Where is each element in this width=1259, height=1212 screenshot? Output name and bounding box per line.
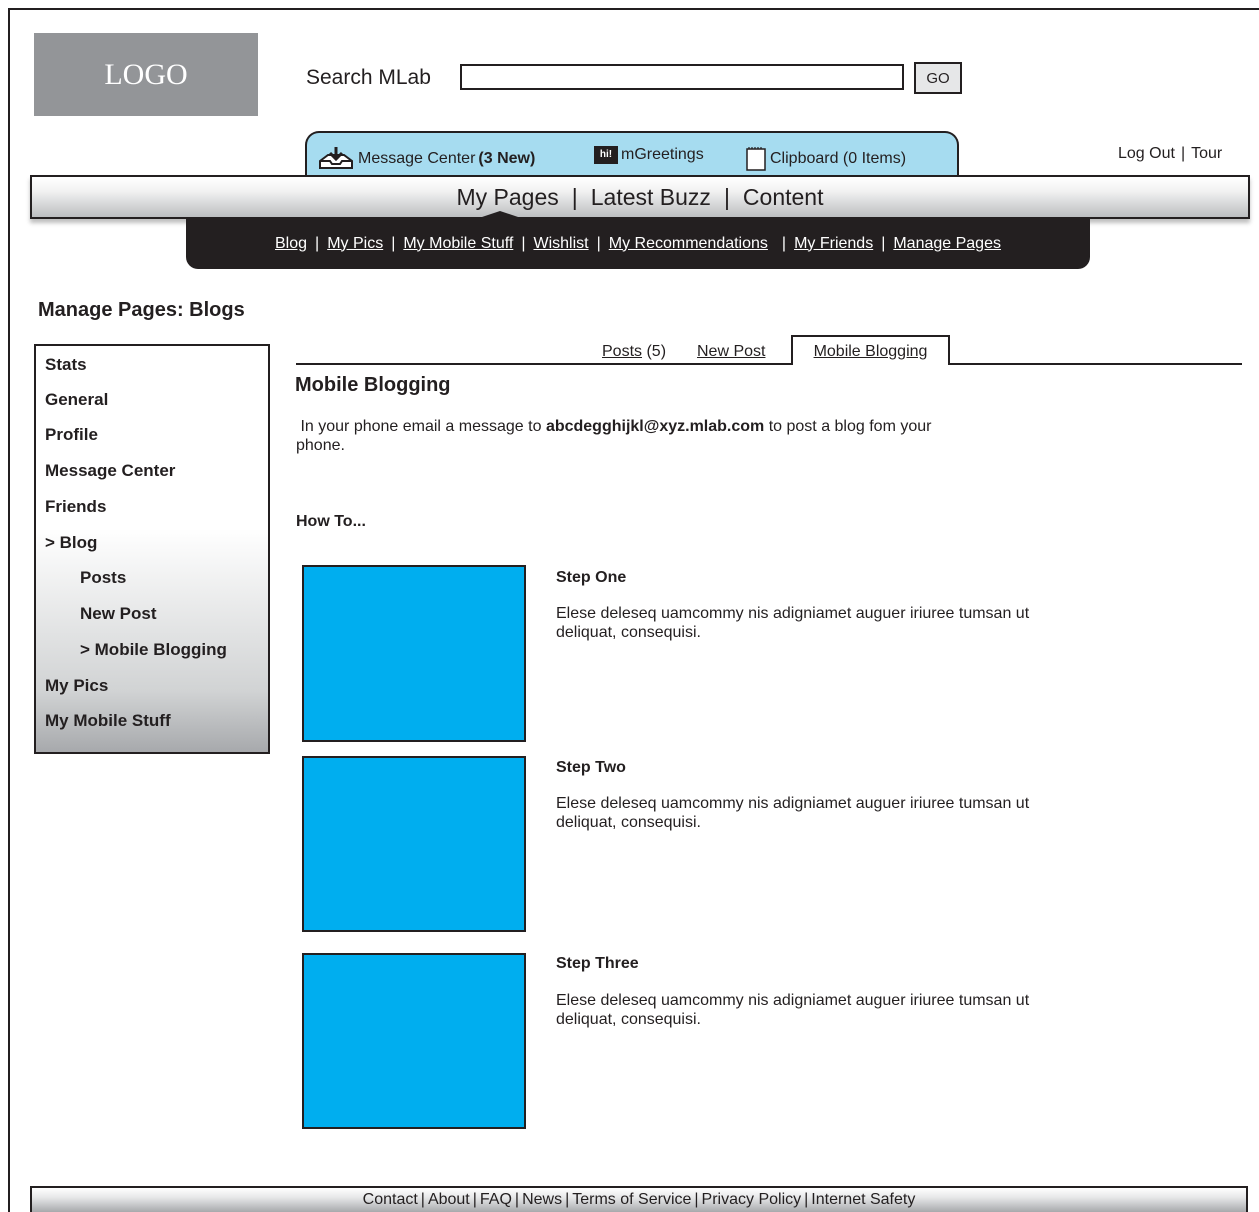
sidebar-item-my-mobile-stuff[interactable]: My Mobile Stuff xyxy=(45,711,171,731)
separator: | xyxy=(521,234,526,252)
message-center-new-count: (3 New) xyxy=(478,150,536,167)
mgreetings-label: mGreetings xyxy=(621,146,704,163)
step-three-image xyxy=(302,953,526,1129)
sidebar-item-stats[interactable]: Stats xyxy=(45,355,87,375)
main-nav: My Pages | Latest Buzz | Content xyxy=(30,175,1250,219)
site-logo[interactable]: LOGO xyxy=(34,33,258,116)
sidebar-item-profile[interactable]: Profile xyxy=(45,425,98,445)
separator: | xyxy=(315,234,320,252)
sidebar-item-posts[interactable]: Posts xyxy=(80,568,126,588)
subnav-blog[interactable]: Blog xyxy=(275,235,307,253)
mgreetings-link[interactable]: hi! mGreetings xyxy=(594,146,704,164)
message-center-label: Message Center xyxy=(358,150,476,167)
message-center-link[interactable]: Message Center (3 New) xyxy=(317,146,535,172)
separator: | xyxy=(565,1191,570,1208)
step-two-image xyxy=(302,756,526,932)
sidebar: Stats General Profile Message Center Fri… xyxy=(34,344,270,754)
search-input[interactable] xyxy=(460,64,904,90)
separator: | xyxy=(472,1191,477,1208)
separator: | xyxy=(596,234,601,252)
sub-nav: Blog | My Pics | My Mobile Stuff | Wishl… xyxy=(186,218,1090,269)
subnav-wishlist[interactable]: Wishlist xyxy=(533,235,588,253)
subnav-manage-pages[interactable]: Manage Pages xyxy=(893,235,1001,253)
quick-toolbar: Message Center (3 New) hi! mGreetings Cl… xyxy=(305,131,959,177)
mobile-blog-email: abcdegghijkl@xyz.mlab.com xyxy=(545,418,765,435)
page-title: Manage Pages: Blogs xyxy=(38,299,245,321)
subnav-my-friends[interactable]: My Friends xyxy=(794,235,873,253)
logout-link[interactable]: Log Out xyxy=(1118,145,1175,162)
separator: | xyxy=(514,1191,520,1208)
sidebar-item-friends[interactable]: Friends xyxy=(45,497,106,517)
nav-content[interactable]: Content xyxy=(743,184,824,211)
footer: Contact | About | FAQ | News | Terms of Service |… xyxy=(30,1186,1248,1212)
nav-my-pages[interactable]: My Pages xyxy=(457,184,559,211)
tour-link[interactable]: Tour xyxy=(1191,145,1222,162)
tabs-divider xyxy=(296,363,1242,365)
separator: | xyxy=(804,1191,809,1208)
step-one-title: Step One xyxy=(556,569,627,586)
sidebar-item-my-pics[interactable]: My Pics xyxy=(45,676,108,696)
separator: | xyxy=(781,234,787,252)
sidebar-item-mobile-blogging[interactable]: > Mobile Blogging xyxy=(80,640,227,660)
footer-news[interactable]: News xyxy=(522,1191,562,1208)
howto-heading: How To... xyxy=(296,513,366,530)
step-three-title: Step Three xyxy=(556,955,639,972)
separator: | xyxy=(391,234,396,252)
greeting-card-icon: hi! xyxy=(594,146,618,164)
tab-mobile-blogging[interactable]: Mobile Blogging xyxy=(791,335,950,365)
sidebar-item-blog[interactable]: > Blog xyxy=(45,533,97,553)
clipboard-icon xyxy=(746,147,766,171)
subnav-my-mobile-stuff[interactable]: My Mobile Stuff xyxy=(403,235,513,253)
footer-about[interactable]: About xyxy=(428,1191,470,1208)
section-title: Mobile Blogging xyxy=(295,374,451,396)
search-label: Search MLab xyxy=(306,66,431,89)
clipboard-label: Clipboard (0 Items) xyxy=(770,150,907,167)
tab-posts-count: (5) xyxy=(646,343,667,360)
footer-contact[interactable]: Contact xyxy=(363,1191,418,1208)
separator: | xyxy=(723,183,730,210)
subnav-my-recommendations[interactable]: My Recommendations xyxy=(609,235,768,253)
step-one-text: Elese deleseq uamcommy nis adigniamet au… xyxy=(556,605,1030,641)
sidebar-item-message-center[interactable]: Message Center xyxy=(45,461,175,481)
step-one-image xyxy=(302,565,526,742)
tab-new-post-label: New Post xyxy=(697,343,766,360)
tab-new-post[interactable]: New Post xyxy=(697,343,765,361)
inbox-download-icon xyxy=(319,147,353,169)
separator: | xyxy=(420,1191,425,1208)
separator: | xyxy=(1180,145,1186,162)
step-two-title: Step Two xyxy=(556,759,626,776)
separator: | xyxy=(571,183,578,210)
footer-terms[interactable]: Terms of Service xyxy=(572,1191,691,1208)
sidebar-item-general[interactable]: General xyxy=(45,390,108,410)
tab-mobile-blogging-label: Mobile Blogging xyxy=(813,343,928,360)
footer-privacy[interactable]: Privacy Policy xyxy=(702,1191,802,1208)
step-two-text: Elese deleseq uamcommy nis adigniamet au… xyxy=(556,795,1030,831)
sidebar-item-new-post[interactable]: New Post xyxy=(80,604,157,624)
nav-latest-buzz[interactable]: Latest Buzz xyxy=(591,184,711,211)
go-button[interactable]: GO xyxy=(914,62,962,94)
separator: | xyxy=(694,1191,699,1208)
intro-prefix: In your phone email a message to xyxy=(300,418,546,435)
separator: | xyxy=(881,234,886,252)
clipboard-link[interactable]: Clipboard (0 Items) xyxy=(745,146,906,172)
footer-faq[interactable]: FAQ xyxy=(480,1191,512,1208)
footer-internet-safety[interactable]: Internet Safety xyxy=(811,1191,915,1208)
account-links: Log Out | Tour xyxy=(1118,145,1222,163)
subnav-my-pics[interactable]: My Pics xyxy=(327,235,383,253)
intro-text: In your phone email a message to abcdegg… xyxy=(296,417,956,455)
tab-posts[interactable]: Posts (5) xyxy=(602,343,666,361)
tab-posts-label: Posts xyxy=(602,343,643,360)
step-three-text: Elese deleseq uamcommy nis adigniamet au… xyxy=(556,992,1030,1028)
